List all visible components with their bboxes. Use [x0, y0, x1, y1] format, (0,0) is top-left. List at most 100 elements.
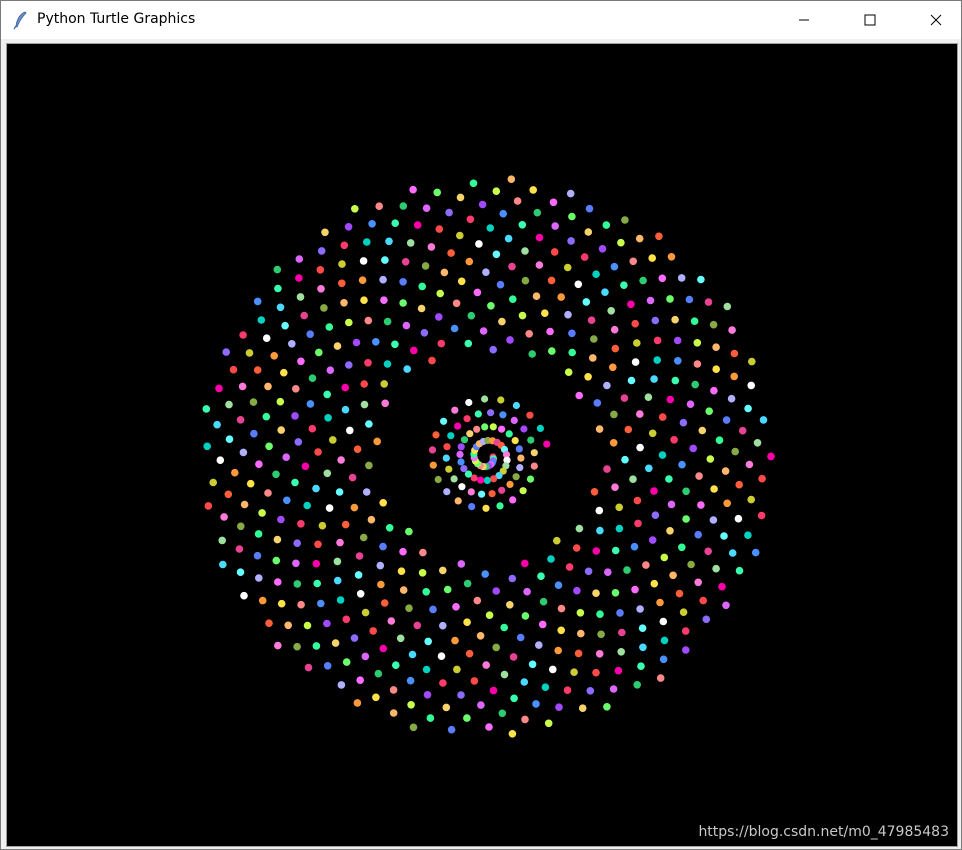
- spiral-dot: [582, 298, 591, 306]
- spiral-dot: [379, 275, 387, 284]
- spiral-dot: [720, 532, 728, 540]
- spiral-dot: [499, 411, 507, 419]
- spiral-dot: [297, 357, 305, 366]
- spiral-dot: [584, 373, 592, 381]
- spiral-dot: [521, 247, 529, 255]
- spiral-dot: [413, 621, 422, 630]
- spiral-dot: [236, 568, 245, 576]
- spiral-dot: [439, 679, 447, 687]
- spiral-dot: [253, 366, 262, 374]
- spiral-dot: [610, 325, 619, 334]
- spiral-dot: [635, 234, 644, 243]
- spiral-dot: [565, 563, 574, 571]
- spiral-dot: [255, 460, 263, 469]
- spiral-dot: [356, 590, 365, 598]
- spiral-dot: [360, 380, 369, 388]
- spiral-dot: [744, 531, 752, 539]
- spiral-dot: [362, 488, 371, 496]
- spiral-dot: [601, 288, 609, 296]
- spiral-dot: [629, 257, 637, 266]
- spiral-dot: [627, 376, 636, 385]
- spiral-dot: [637, 662, 645, 670]
- spiral-dot: [215, 384, 223, 393]
- spiral-dot: [360, 296, 368, 304]
- spiral-dot: [479, 327, 488, 335]
- spiral-dot: [489, 345, 498, 354]
- spiral-dot: [401, 258, 410, 266]
- maximize-button[interactable]: [847, 1, 893, 39]
- spiral-dot: [264, 382, 272, 391]
- spiral-dot: [402, 321, 411, 330]
- spiral-dot: [406, 676, 415, 685]
- watermark: https://blog.csdn.net/m0_47985483: [698, 824, 949, 840]
- spiral-dot: [520, 425, 528, 433]
- spiral-dot: [452, 603, 460, 611]
- spiral-dot: [706, 455, 715, 463]
- spiral-dot: [368, 220, 376, 228]
- spiral-dot: [722, 601, 730, 610]
- spiral-dot: [249, 398, 258, 406]
- spiral-dot: [633, 339, 641, 347]
- spiral-dot: [553, 536, 561, 545]
- spiral-dot: [342, 658, 351, 666]
- spiral-dot: [377, 580, 385, 589]
- spiral-dot: [276, 397, 285, 406]
- spiral-dot: [526, 411, 534, 419]
- spiral-dot: [535, 261, 544, 269]
- spiral-dot: [363, 238, 371, 246]
- spiral-dot: [670, 436, 678, 444]
- spiral-dot: [512, 401, 520, 410]
- spiral-dot: [747, 495, 755, 504]
- spiral-dot: [694, 530, 702, 539]
- spiral-dot: [536, 424, 545, 432]
- spiral-dot: [463, 618, 471, 626]
- spiral-dot: [413, 221, 422, 229]
- spiral-dot: [257, 316, 266, 324]
- spiral-dot: [313, 579, 322, 588]
- spiral-dot: [203, 442, 211, 451]
- spiral-dot: [751, 548, 760, 557]
- spiral-dot: [406, 239, 415, 247]
- spiral-dot: [669, 571, 677, 580]
- spiral-dot: [648, 254, 656, 262]
- spiral-dot: [338, 279, 346, 288]
- spiral-dot: [325, 504, 334, 512]
- spiral-dot: [265, 442, 273, 451]
- spiral-dot: [543, 440, 551, 448]
- spiral-dot: [712, 564, 720, 573]
- spiral-dot: [592, 589, 600, 597]
- spiral-dot: [570, 668, 578, 676]
- close-button[interactable]: [913, 1, 959, 39]
- turtle-canvas[interactable]: https://blog.csdn.net/m0_47985483: [6, 43, 958, 847]
- spiral-dot: [520, 678, 529, 686]
- spiral-dot: [548, 347, 556, 355]
- spiral-dot: [728, 326, 736, 334]
- spiral-dot: [380, 296, 388, 304]
- spiral-dot: [443, 443, 451, 451]
- spiral-dot: [658, 451, 667, 459]
- spiral-dot: [659, 655, 668, 664]
- spiral-dot: [239, 331, 247, 339]
- spiral-dot: [385, 237, 393, 246]
- spiral-dot: [439, 566, 447, 575]
- spiral-dot: [518, 221, 527, 229]
- spiral-dot: [344, 223, 353, 231]
- spiral-dot: [297, 520, 305, 528]
- spiral-dot: [574, 649, 583, 658]
- spiral-dot: [529, 186, 537, 194]
- spiral-dot: [262, 334, 271, 343]
- spiral-dot: [306, 330, 315, 339]
- title-bar[interactable]: Python Turtle Graphics: [1, 1, 961, 39]
- spiral-dot: [240, 591, 248, 600]
- spiral-dot: [718, 582, 726, 591]
- spiral-dot: [333, 557, 342, 566]
- spiral-dot: [589, 354, 597, 362]
- close-icon: [930, 14, 942, 26]
- spiral-dot: [323, 390, 332, 399]
- spiral-dot: [350, 634, 359, 642]
- minimize-button[interactable]: [781, 1, 827, 39]
- spiral-dot: [697, 501, 705, 509]
- spiral-dot: [253, 551, 262, 560]
- spiral-dot: [422, 204, 431, 212]
- spiral-dot: [695, 472, 703, 480]
